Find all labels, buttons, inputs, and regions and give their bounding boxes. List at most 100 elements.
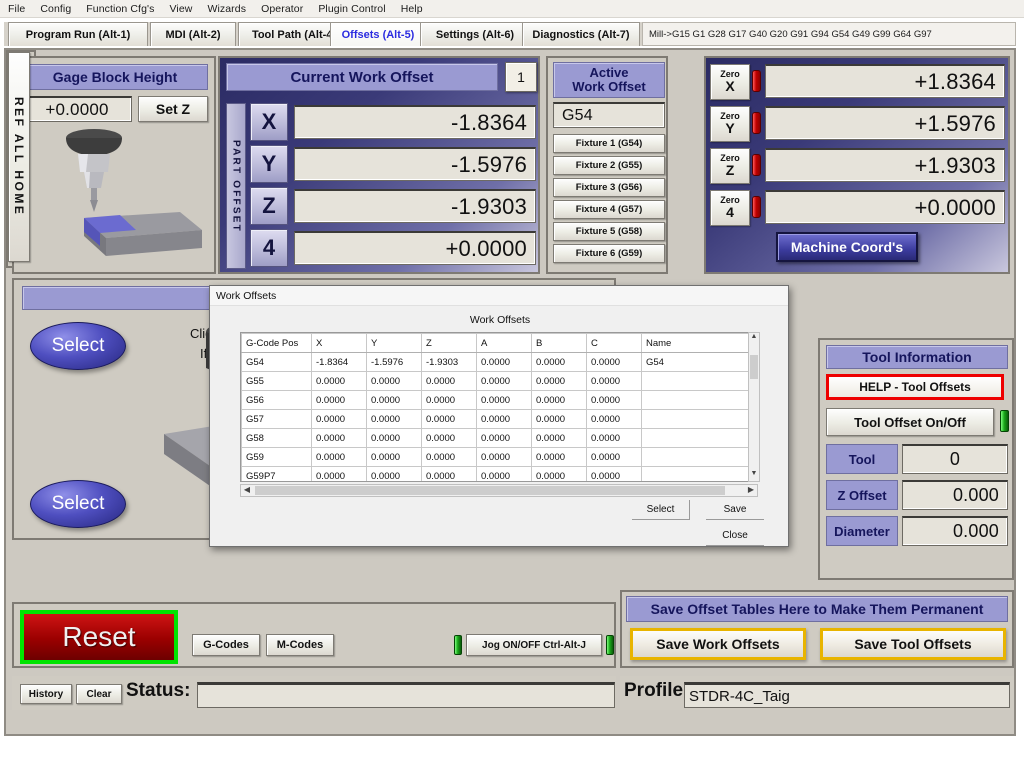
cell-b[interactable]: 0.0000 — [532, 429, 587, 448]
cell-y[interactable]: 0.0000 — [367, 391, 422, 410]
cell-x[interactable]: 0.0000 — [312, 467, 367, 483]
tab-program-run[interactable]: Program Run (Alt-1) — [8, 22, 148, 46]
save-tool-offsets-button[interactable]: Save Tool Offsets — [820, 628, 1006, 660]
select-button-bottom[interactable]: Select — [30, 480, 126, 528]
diameter-dro[interactable]: 0.000 — [902, 516, 1008, 546]
cell-z[interactable]: 0.0000 — [422, 410, 477, 429]
cell-a[interactable]: 0.0000 — [477, 429, 532, 448]
menu-item-function-cfgs[interactable]: Function Cfg's — [86, 3, 163, 15]
tab-offsets[interactable]: Offsets (Alt-5) — [330, 22, 426, 46]
horizontal-scroll-thumb[interactable] — [255, 486, 725, 495]
cell-gcode-pos[interactable]: G56 — [242, 391, 312, 410]
cell-b[interactable]: 0.0000 — [532, 448, 587, 467]
tab-mdi[interactable]: MDI (Alt-2) — [150, 22, 236, 46]
cell-c[interactable]: 0.0000 — [587, 410, 642, 429]
menu-item-view[interactable]: View — [169, 3, 201, 15]
column-header-name[interactable]: Name — [642, 334, 759, 353]
part-offset-dro-z[interactable]: -1.9303 — [294, 189, 536, 223]
machine-coords-toggle-button[interactable]: Machine Coord's — [776, 232, 918, 262]
cell-name[interactable]: G54 — [642, 353, 759, 372]
zero-4-button[interactable]: Zero 4 — [710, 190, 750, 226]
grid-horizontal-scrollbar[interactable]: ◀ ▶ — [240, 484, 758, 497]
cell-gcode-pos[interactable]: G57 — [242, 410, 312, 429]
tab-settings[interactable]: Settings (Alt-6) — [420, 22, 530, 46]
cell-z[interactable]: 0.0000 — [422, 429, 477, 448]
cell-z[interactable]: 0.0000 — [422, 448, 477, 467]
history-button[interactable]: History — [20, 684, 72, 704]
cell-y[interactable]: -1.5976 — [367, 353, 422, 372]
machine-dro-4[interactable]: +0.0000 — [765, 190, 1005, 224]
cell-b[interactable]: 0.0000 — [532, 467, 587, 483]
vertical-scroll-thumb[interactable] — [750, 355, 758, 379]
cell-z[interactable]: 0.0000 — [422, 372, 477, 391]
machine-dro-x[interactable]: +1.8364 — [765, 64, 1005, 98]
table-row[interactable]: G59 0.0000 0.0000 0.0000 0.0000 0.0000 0… — [242, 448, 759, 467]
axis-label-y[interactable]: Y — [250, 145, 288, 183]
help-tool-offsets-button[interactable]: HELP - Tool Offsets — [826, 374, 1004, 400]
tool-number-dro[interactable]: 0 — [902, 444, 1008, 474]
cell-x[interactable]: 0.0000 — [312, 391, 367, 410]
menu-item-wizards[interactable]: Wizards — [207, 3, 255, 15]
cell-x[interactable]: 0.0000 — [312, 429, 367, 448]
column-header-c[interactable]: C — [587, 334, 642, 353]
cell-c[interactable]: 0.0000 — [587, 353, 642, 372]
cell-gcode-pos[interactable]: G58 — [242, 429, 312, 448]
scroll-down-icon[interactable]: ▼ — [749, 470, 759, 481]
cell-b[interactable]: 0.0000 — [532, 353, 587, 372]
cell-name[interactable] — [642, 467, 759, 483]
cell-a[interactable]: 0.0000 — [477, 391, 532, 410]
cell-y[interactable]: 0.0000 — [367, 467, 422, 483]
cell-y[interactable]: 0.0000 — [367, 448, 422, 467]
scroll-up-icon[interactable]: ▲ — [749, 333, 759, 344]
cell-b[interactable]: 0.0000 — [532, 410, 587, 429]
cell-z[interactable]: 0.0000 — [422, 391, 477, 410]
dialog-select-button[interactable]: Select — [632, 500, 690, 520]
cell-a[interactable]: 0.0000 — [477, 467, 532, 483]
column-header-b[interactable]: B — [532, 334, 587, 353]
table-row[interactable]: G54 -1.8364 -1.5976 -1.9303 0.0000 0.000… — [242, 353, 759, 372]
column-header-gcode-pos[interactable]: G-Code Pos — [242, 334, 312, 353]
cell-b[interactable]: 0.0000 — [532, 372, 587, 391]
profile-value-field[interactable]: STDR-4C_Taig — [684, 682, 1010, 708]
select-button-top[interactable]: Select — [30, 322, 126, 370]
menu-item-help[interactable]: Help — [401, 3, 432, 15]
zero-z-button[interactable]: Zero Z — [710, 148, 750, 184]
zero-y-button[interactable]: Zero Y — [710, 106, 750, 142]
cell-gcode-pos[interactable]: G54 — [242, 353, 312, 372]
menu-item-config[interactable]: Config — [40, 3, 80, 15]
cell-gcode-pos[interactable]: G59 — [242, 448, 312, 467]
cell-c[interactable]: 0.0000 — [587, 467, 642, 483]
fixture-3-button[interactable]: Fixture 3 (G56) — [553, 178, 665, 197]
status-field[interactable] — [197, 682, 615, 708]
cell-y[interactable]: 0.0000 — [367, 410, 422, 429]
column-header-y[interactable]: Y — [367, 334, 422, 353]
part-offset-dro-x[interactable]: -1.8364 — [294, 105, 536, 139]
cell-name[interactable] — [642, 448, 759, 467]
table-row[interactable]: G56 0.0000 0.0000 0.0000 0.0000 0.0000 0… — [242, 391, 759, 410]
scroll-right-icon[interactable]: ▶ — [745, 485, 757, 496]
cell-name[interactable] — [642, 429, 759, 448]
axis-label-4[interactable]: 4 — [250, 229, 288, 267]
table-row[interactable]: G55 0.0000 0.0000 0.0000 0.0000 0.0000 0… — [242, 372, 759, 391]
dialog-close-button[interactable]: Close — [706, 526, 764, 546]
cell-x[interactable]: 0.0000 — [312, 410, 367, 429]
tab-diagnostics[interactable]: Diagnostics (Alt-7) — [522, 22, 640, 46]
scroll-left-icon[interactable]: ◀ — [241, 485, 253, 496]
cell-x[interactable]: 0.0000 — [312, 372, 367, 391]
menu-item-file[interactable]: File — [8, 3, 34, 15]
table-row[interactable]: G57 0.0000 0.0000 0.0000 0.0000 0.0000 0… — [242, 410, 759, 429]
cell-y[interactable]: 0.0000 — [367, 372, 422, 391]
clear-button[interactable]: Clear — [76, 684, 122, 704]
cell-c[interactable]: 0.0000 — [587, 448, 642, 467]
cell-a[interactable]: 0.0000 — [477, 448, 532, 467]
m-codes-button[interactable]: M-Codes — [266, 634, 334, 656]
tool-offset-on-off-button[interactable]: Tool Offset On/Off — [826, 408, 994, 436]
dialog-save-button[interactable]: Save — [706, 500, 764, 520]
menu-item-operator[interactable]: Operator — [261, 3, 312, 15]
cell-a[interactable]: 0.0000 — [477, 353, 532, 372]
column-header-z[interactable]: Z — [422, 334, 477, 353]
cell-c[interactable]: 0.0000 — [587, 372, 642, 391]
cell-name[interactable] — [642, 391, 759, 410]
fixture-4-button[interactable]: Fixture 4 (G57) — [553, 200, 665, 219]
machine-dro-y[interactable]: +1.5976 — [765, 106, 1005, 140]
